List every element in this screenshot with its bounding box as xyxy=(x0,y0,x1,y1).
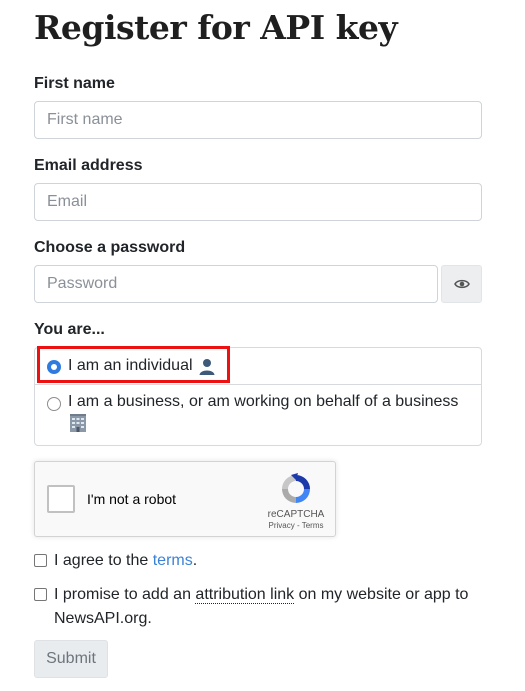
agree-terms-row: I agree to the terms. xyxy=(34,549,197,573)
page-title: Register for API key xyxy=(34,8,398,47)
attribution-link[interactable]: attribution link xyxy=(195,586,295,604)
recaptcha-widget: I'm not a robot reCAPTCHA Privacy - Term… xyxy=(34,461,336,537)
terms-link[interactable]: terms xyxy=(153,552,193,569)
agree-suffix: . xyxy=(192,552,198,569)
radio-option-individual[interactable]: I am an individual xyxy=(47,357,216,375)
password-label: Choose a password xyxy=(34,239,186,256)
email-input[interactable] xyxy=(34,183,482,221)
attribution-row: I promise to add an attribution link on … xyxy=(34,583,482,631)
office-building-icon xyxy=(70,414,86,432)
person-silhouette-icon xyxy=(197,357,216,375)
first-name-label: First name xyxy=(34,75,115,92)
attribution-prefix: I promise to add an xyxy=(54,586,196,603)
radio-option-business[interactable]: I am a business, or am working on behalf… xyxy=(47,393,467,436)
attribution-text: I promise to add an attribution link on … xyxy=(54,583,482,631)
email-label: Email address xyxy=(34,157,143,174)
recaptcha-brand: reCAPTCHA xyxy=(267,509,325,520)
agree-terms-text: I agree to the terms. xyxy=(54,549,197,573)
agree-prefix: I agree to the xyxy=(54,552,153,569)
recaptcha-links: Privacy - Terms xyxy=(268,521,324,530)
submit-button[interactable]: Submit xyxy=(34,640,108,678)
attribution-checkbox[interactable] xyxy=(34,588,47,601)
individual-radio[interactable] xyxy=(47,360,61,374)
account-type-label: You are... xyxy=(34,321,105,338)
password-input[interactable] xyxy=(34,265,438,303)
business-radio[interactable] xyxy=(47,397,61,411)
recaptcha-logo-icon xyxy=(282,473,310,503)
first-name-input[interactable] xyxy=(34,101,482,139)
account-type-radio-group: I am an individual I am a business, or a… xyxy=(34,347,482,446)
radio-divider xyxy=(35,384,481,385)
agree-terms-checkbox[interactable] xyxy=(34,554,47,567)
recaptcha-checkbox[interactable] xyxy=(47,485,75,513)
show-password-button[interactable] xyxy=(441,265,482,303)
eye-icon xyxy=(453,279,470,289)
recaptcha-label: I'm not a robot xyxy=(87,491,177,507)
business-label: I am a business, or am working on behalf… xyxy=(68,393,459,410)
individual-label: I am an individual xyxy=(68,357,193,374)
